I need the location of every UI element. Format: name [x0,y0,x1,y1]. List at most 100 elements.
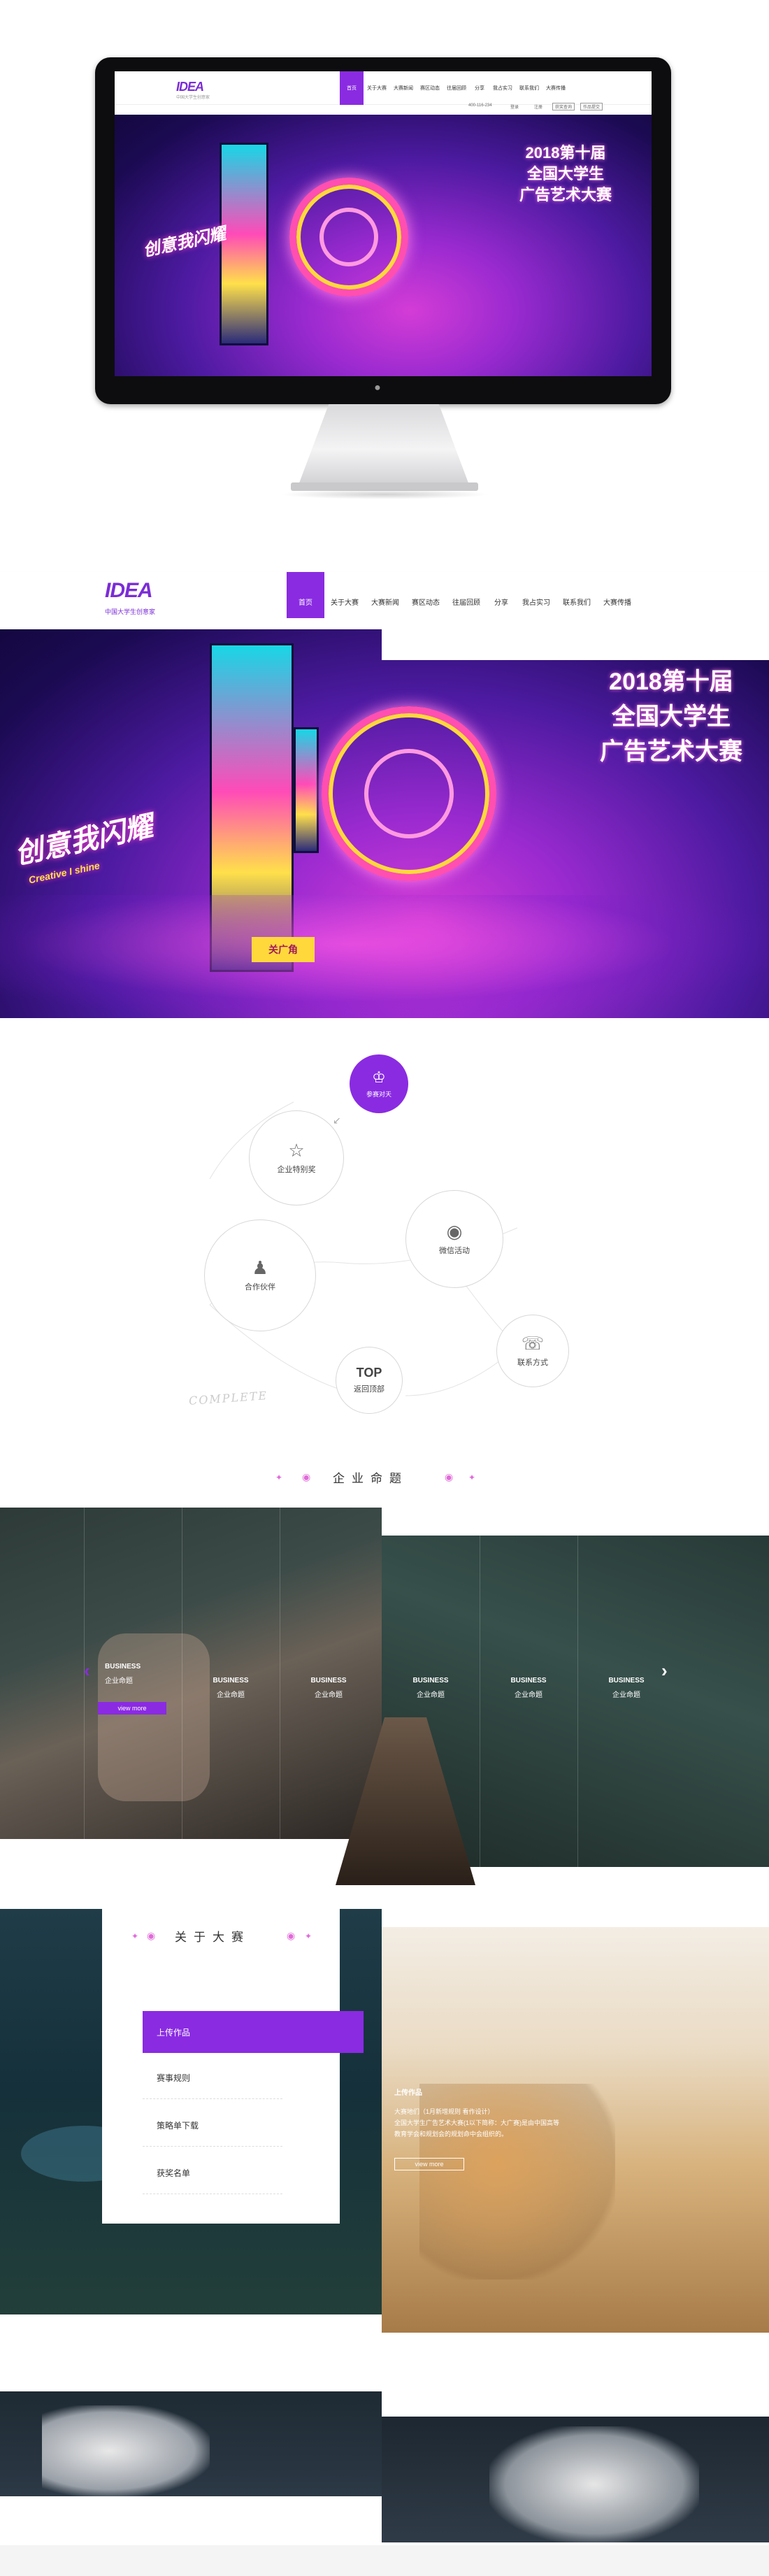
mini-nav-home[interactable]: 首页 [340,71,364,105]
decor-left-icon: ✦ [275,1473,283,1482]
about-menu-upload[interactable]: 上传作品 [143,2011,364,2053]
mini-subbar: 400-116-234 登录 注册 获奖查询 作品提交 [115,103,652,115]
monitor-mockup: IDEA 中国大学生创意家 首页 关于大赛 大赛新闻 赛区动态 往届回顾 分享 … [95,57,671,404]
about-panel-title: 上传作品 [394,2089,422,2097]
col-divider [577,1536,578,1867]
mini-query-button[interactable]: 获奖查询 [552,103,575,110]
business-item-en: BUSINESS [213,1677,249,1684]
mini-banner-headline: 2018第十届 全国大学生 广告艺术大赛 [492,143,639,206]
business-item-2[interactable]: BUSINESS 企业命题 [203,1677,259,1699]
mini-nav-share[interactable]: 分享 [470,71,489,105]
about-view-more-button[interactable]: view more [394,2158,464,2170]
hero-stage-glow [0,895,769,1018]
about-decor-right-icon: ✦ [305,1931,312,1941]
business-item-en: BUSINESS [310,1677,347,1684]
monitor-stand [298,404,470,487]
about-menu-download[interactable]: 策略单下载 [143,2105,282,2147]
wechat-icon: ◉ [446,1221,463,1242]
hero-line3: 广告艺术大赛 [600,738,742,765]
monitor-screen: IDEA 中国大学生创意家 首页 关于大赛 大赛新闻 赛区动态 往届回顾 分享 … [115,71,652,376]
business-item-zh: 企业命题 [515,1691,542,1699]
mini-nav-about[interactable]: 关于大赛 [364,71,390,105]
prev-arrow-icon[interactable]: ‹ [84,1660,90,1682]
mini-banner: 创意我闪耀 2018第十届 全国大学生 广告艺术大赛 [115,115,652,376]
business-item-zh: 企业命题 [217,1691,245,1699]
business-item-en: BUSINESS [510,1677,547,1684]
business-item-en: BUSINESS [412,1677,449,1684]
mini-banner-line2: 全国大学生 [526,165,604,183]
header-logo[interactable]: IDEA [105,579,153,603]
hero-sign: 关广角 [252,937,315,962]
pin-left-icon: ◉ [302,1471,311,1482]
monitor-shadow [280,489,489,499]
about-panel-line1: 大赛地们（1月新增规则 看作设计） [394,2108,494,2115]
header-subbar: ☎ 400-116-234 ☻ 登录 ☺ 注册 获奖查询 作品提交 [0,618,769,644]
mini-logo[interactable]: IDEA [176,80,204,94]
header-tagline: 中国大学生创意家 [105,608,156,615]
orbit-back-to-top[interactable]: TOP 返回顶部 [336,1347,403,1414]
enterprise-carousel: ‹ › BUSINESS 企业命题 view more BUSINESS 企业命… [0,1508,769,1899]
business-item-5[interactable]: BUSINESS 企业命题 [501,1677,556,1699]
pin-right-icon: ◉ [445,1471,454,1482]
orbit-enterprise-award[interactable]: ☆ 企业特别奖 [249,1110,344,1205]
hero-wheel [322,706,496,881]
next-arrow-icon[interactable]: › [661,1660,668,1682]
business-item-zh: 企业命题 [105,1677,133,1685]
mini-header: IDEA 中国大学生创意家 首页 关于大赛 大赛新闻 赛区动态 往届回顾 分享 … [115,71,652,105]
hand-shape [98,1633,210,1801]
orbit-center-label: 参赛对天 [366,1090,391,1098]
mini-banner-slogan: 创意我闪耀 [141,224,228,261]
mini-tagline: 中国大学生创意家 [176,96,210,100]
business-item-1[interactable]: BUSINESS 企业命题 [105,1663,161,1685]
hero-slogan: 创意我闪耀 [12,810,156,871]
mini-nav-region[interactable]: 赛区动态 [417,71,443,105]
orbit-contact[interactable]: ☏ 联系方式 [496,1315,569,1387]
hero-banner-notch [382,629,769,660]
business-item-3[interactable]: BUSINESS 企业命题 [301,1677,357,1699]
about-menu-rules[interactable]: 赛事规则 [143,2057,282,2099]
about-menu-winners[interactable]: 获奖名单 [143,2152,282,2194]
about-pin-left-icon: ◉ [147,1930,156,1941]
mini-banner-line3: 广告艺术大赛 [519,186,612,203]
mini-nav-review[interactable]: 往届回顾 [443,71,470,105]
top-icon: TOP [356,1366,382,1380]
orbit-contact-label: 联系方式 [517,1359,548,1367]
orbit-back-to-top-label: 返回顶部 [354,1385,384,1394]
mini-nav-intern[interactable]: 我占实习 [489,71,516,105]
about-decor-left-icon: ✦ [131,1931,139,1941]
hero-tower-arm [294,727,319,853]
orbit-enterprise-award-label: 企业特别奖 [277,1166,316,1174]
badge-icon: ☆ [288,1140,305,1161]
about-panel-line2: 全国大学生广告艺术大赛(1以下简称：大广赛)是由中国高等 [394,2119,560,2126]
business-item-4[interactable]: BUSINESS 企业命题 [403,1677,459,1699]
about-panel: 上传作品 大赛地们（1月新增规则 看作设计） 全国大学生广告艺术大赛(1以下简称… [394,2088,625,2140]
mini-nav-news[interactable]: 大赛新闻 [390,71,417,105]
mini-nav-contact[interactable]: 联系我们 [516,71,542,105]
about-panel-line3: 教育学会和规划会的规划命中会组织的。 [394,2131,508,2138]
mini-banner-tower [220,143,268,345]
orbit-center-button[interactable]: ♔ 参赛对天 [350,1054,408,1113]
mini-banner-line1: 2018第十届 [525,144,606,162]
mini-register[interactable]: 注册 [534,103,542,110]
telephone-icon: ☏ [521,1333,545,1354]
mini-login[interactable]: 登录 [510,103,519,110]
orbit-section: ♔ 参赛对天 ↙ ☆ 企业特别奖 ♟ 合作伙伴 ◉ 微信活动 ☏ 联系方式 TO… [0,1018,769,1466]
arrow-icon: ↙ [333,1115,341,1126]
orbit-partners[interactable]: ♟ 合作伙伴 [204,1219,316,1331]
robot-left-shape [42,2405,210,2496]
business-item-zh: 企业命题 [315,1691,343,1699]
business-item-zh: 企业命题 [612,1691,640,1699]
orbit-partners-label: 合作伙伴 [245,1283,275,1291]
mini-nav-spread[interactable]: 大赛传播 [542,71,569,105]
about-title: 关于大赛 [175,1931,250,1944]
mini-phone: 400-116-234 [468,103,492,108]
business-item-6[interactable]: BUSINESS 企业命题 [598,1677,654,1699]
mini-submit-button[interactable]: 作品提交 [580,103,603,110]
enterprise-title: 企业命题 [333,1472,408,1485]
view-more-button[interactable]: view more [98,1702,166,1715]
partner-icon: ♟ [252,1257,268,1278]
orbit-wechat[interactable]: ◉ 微信活动 [405,1190,503,1288]
decor-right-icon: ✦ [468,1473,476,1482]
hero-headline: 2018第十届 全国大学生 广告艺术大赛 [573,664,769,769]
business-item-zh: 企业命题 [417,1691,445,1699]
